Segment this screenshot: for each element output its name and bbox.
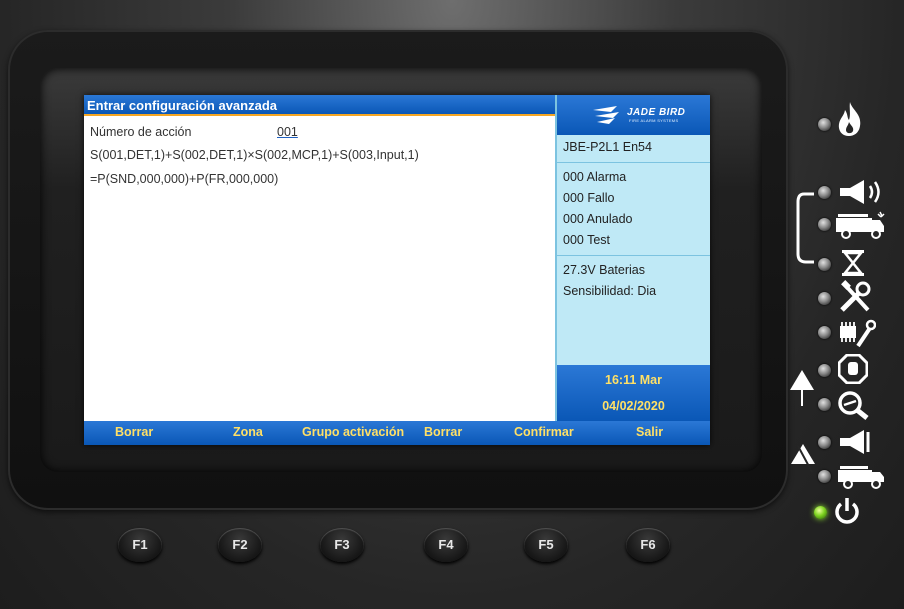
system-fault-icon (840, 319, 876, 348)
f3-button[interactable]: F3 (320, 528, 364, 562)
f5-button[interactable]: F5 (524, 528, 568, 562)
softkey-borrar[interactable]: Borrar (115, 425, 153, 439)
power-icon (835, 498, 859, 524)
delay-led (818, 258, 831, 271)
system-status: 27.3V Baterias Sensibilidad: Dia (557, 256, 710, 362)
action-number-field[interactable]: 001 (277, 125, 298, 139)
softkey-borrar-2[interactable]: Borrar (424, 425, 462, 439)
logo-swoosh-icon (593, 106, 619, 124)
battery-voltage: 27.3V Baterias (563, 263, 645, 277)
f1-button[interactable]: F1 (118, 528, 162, 562)
softkey-salir[interactable]: Salir (636, 425, 663, 439)
test-magnifier-icon (838, 391, 869, 420)
sensitivity-mode: Sensibilidad: Dia (563, 284, 657, 298)
power-led (814, 506, 827, 519)
delay-hourglass-icon (842, 250, 864, 276)
sounder-led (818, 186, 831, 199)
fire-truck-led (818, 218, 831, 231)
logo-subtext: FIRE ALARM SYSTEMS (629, 118, 679, 123)
softkey-bar: Borrar Zona Grupo activación Borrar Conf… (84, 421, 710, 445)
lcd-screen: Entrar configuración avanzada Número de … (84, 95, 710, 445)
logic-expression-output[interactable]: =P(SND,000,000)+P(FR,000,000) (90, 172, 278, 186)
disabled-count: 000 Anulado (563, 212, 633, 226)
fire-routing-fault-icon (838, 466, 884, 489)
logic-expression-condition[interactable]: S(001,DET,1)+S(002,DET,1)×S(002,MCP,1)+S… (90, 148, 419, 162)
softkey-grupo-activacion[interactable]: Grupo activación (302, 425, 404, 439)
sounder-fault-led (818, 436, 831, 449)
system-fault-led (818, 326, 831, 339)
alarm-count: 000 Alarma (563, 170, 627, 184)
test-count: 000 Test (563, 233, 611, 247)
fire-truck-icon (836, 211, 885, 239)
sounder-fault-icon (840, 430, 870, 454)
warning-triangle-icon (790, 370, 814, 406)
clock-date: 04/02/2020 (602, 399, 665, 413)
test-led (818, 398, 831, 411)
f2-button[interactable]: F2 (218, 528, 262, 562)
event-counters: 000 Alarma 000 Fallo 000 Anulado 000 Tes… (557, 163, 710, 256)
fault-count: 000 Fallo (563, 191, 615, 205)
f6-button[interactable]: F6 (626, 528, 670, 562)
f4-button[interactable]: F4 (424, 528, 468, 562)
logo-text: JADE BIRD (627, 107, 686, 118)
fire-led (818, 118, 831, 131)
action-number-label: Número de acción (90, 125, 192, 139)
bracket-icon (796, 192, 814, 264)
clock-time: 16:11 Mar (605, 373, 662, 387)
config-form: Número de acción 001 S(001,DET,1)+S(002,… (84, 116, 555, 421)
status-sidebar: JADE BIRD FIRE ALARM SYSTEMS JBE-P2L1 En… (555, 95, 710, 421)
page-title: Entrar configuración avanzada (84, 95, 555, 116)
softkey-zona[interactable]: Zona (233, 425, 263, 439)
clock-panel: 16:11 Mar 04/02/2020 (557, 365, 710, 421)
fault-led (818, 292, 831, 305)
disabled-hand-icon (838, 354, 868, 384)
fault-tools-icon (840, 280, 871, 312)
fire-routing-fault-led (818, 470, 831, 483)
fault-triangle-icon (791, 444, 815, 473)
sounder-icon (840, 180, 880, 204)
disabled-led (818, 364, 831, 377)
fire-icon (838, 102, 861, 136)
softkey-confirmar[interactable]: Confirmar (514, 425, 574, 439)
panel-model: JBE-P2L1 En54 (557, 135, 710, 163)
brand-logo: JADE BIRD FIRE ALARM SYSTEMS (557, 95, 710, 135)
